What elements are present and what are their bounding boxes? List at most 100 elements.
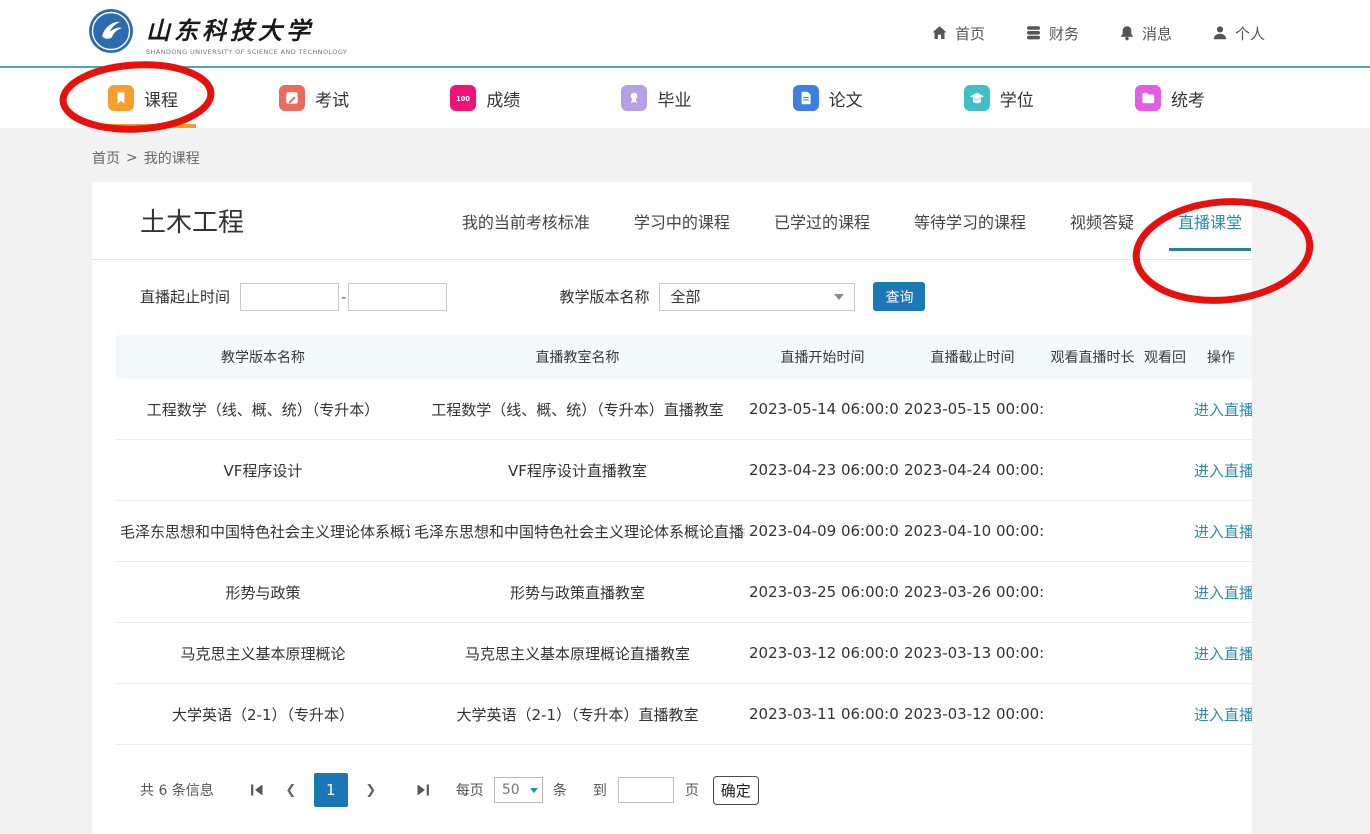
tab-0[interactable]: 我的当前考核标准 — [462, 183, 590, 259]
breadcrumb-separator: > — [126, 150, 138, 166]
enter-live-link[interactable]: 进入直播 — [1190, 521, 1252, 542]
cell-version: VF程序设计 — [116, 460, 410, 481]
goto-suffix-label: 页 — [685, 780, 699, 800]
table-row: 大学英语（2-1）（专升本） 大学英语（2-1）（专升本）直播教室 2023-0… — [116, 684, 1252, 745]
column-header-3: 直播截止时间 — [900, 347, 1045, 367]
live-start-date-input[interactable] — [240, 283, 339, 311]
cell-end-time: 2023-03-26 00:00:00 — [900, 583, 1045, 601]
teaching-version-selected-value: 全部 — [670, 286, 700, 307]
cell-version: 形势与政策 — [116, 582, 410, 603]
enter-live-link[interactable]: 进入直播 — [1190, 582, 1252, 603]
degree-cap-icon — [964, 85, 990, 111]
prev-page-button[interactable]: ❮ — [274, 773, 308, 807]
cell-start-time: 2023-03-25 06:00:00 — [745, 583, 900, 601]
table-row: 形势与政策 形势与政策直播教室 2023-03-25 06:00:00 2023… — [116, 562, 1252, 623]
main-panel: 土木工程 我的当前考核标准学习中的课程已学过的课程等待学习的课程视频答疑直播课堂… — [92, 182, 1252, 834]
per-page-select[interactable]: 50 — [494, 777, 543, 803]
enter-live-link[interactable]: 进入直播 — [1190, 704, 1252, 725]
per-page-selected-value: 50 — [502, 782, 520, 798]
nav-item-0[interactable]: 课程 — [108, 68, 178, 128]
cell-room: 形势与政策直播教室 — [410, 582, 745, 603]
nav-item-4[interactable]: 论文 — [793, 68, 863, 128]
cell-room: 工程数学（线、概、统）（专升本）直播教室 — [410, 399, 745, 420]
cell-start-time: 2023-04-09 06:00:00 — [745, 522, 900, 540]
course-book-icon — [108, 85, 134, 111]
breadcrumb: 首页>我的课程 — [0, 128, 1370, 182]
cell-room: VF程序设计直播教室 — [410, 460, 745, 481]
topbar: 山东科技大学 SHANDONG UNIVERSITY OF SCIENCE AN… — [0, 0, 1370, 66]
nav-item-2[interactable]: 100 成绩 — [450, 68, 520, 128]
tab-1[interactable]: 学习中的课程 — [634, 183, 730, 259]
university-logo[interactable]: 山东科技大学 SHANDONG UNIVERSITY OF SCIENCE AN… — [88, 8, 347, 58]
unified-exam-folder-icon — [1135, 85, 1161, 111]
last-page-button[interactable] — [406, 773, 440, 807]
topmenu-label: 首页 — [955, 23, 985, 44]
active-nav-underline — [104, 124, 196, 128]
cell-start-time: 2023-03-12 06:00:00 — [745, 644, 900, 662]
chevron-down-icon — [530, 788, 538, 793]
nav-item-1[interactable]: 考试 — [279, 68, 349, 128]
topmenu-item-3[interactable]: 个人 — [1212, 23, 1265, 44]
goto-page-input[interactable] — [618, 777, 674, 803]
topmenu-item-1[interactable]: 财务 — [1025, 23, 1079, 44]
course-tabs: 我的当前考核标准学习中的课程已学过的课程等待学习的课程视频答疑直播课堂 — [462, 183, 1242, 259]
enter-live-link[interactable]: 进入直播 — [1190, 460, 1252, 481]
cell-version: 大学英语（2-1）（专升本） — [116, 704, 410, 725]
table-header-row: 教学版本名称直播教室名称直播开始时间直播截止时间观看直播时长观看回操作 — [116, 335, 1252, 379]
teaching-version-select[interactable]: 全部 — [659, 283, 855, 311]
column-header-6: 操作 — [1190, 347, 1252, 367]
breadcrumb-item-0[interactable]: 首页 — [92, 148, 120, 168]
home-icon — [931, 25, 948, 41]
live-end-date-input[interactable] — [348, 283, 447, 311]
search-button[interactable]: 查询 — [873, 282, 925, 311]
enter-live-link[interactable]: 进入直播 — [1190, 643, 1252, 664]
cell-start-time: 2023-04-23 06:00:00 — [745, 461, 900, 479]
university-name-en: SHANDONG UNIVERSITY OF SCIENCE AND TECHN… — [146, 48, 347, 56]
nav-item-6[interactable]: 统考 — [1135, 68, 1205, 128]
pagination-bar: 共 6 条信息 ❮ 1 ❯ 每页 50 条 到 页 确定 — [92, 745, 1252, 807]
table-row: 毛泽东思想和中国特色社会主义理论体系概论 毛泽东思想和中国特色社会主义理论体系概… — [116, 501, 1252, 562]
nav-item-label: 论文 — [829, 86, 863, 111]
page-title: 土木工程 — [140, 202, 244, 239]
first-page-button[interactable] — [240, 773, 274, 807]
tab-2[interactable]: 已学过的课程 — [774, 183, 870, 259]
enter-live-link[interactable]: 进入直播 — [1190, 399, 1252, 420]
current-page-number[interactable]: 1 — [314, 773, 348, 807]
cell-end-time: 2023-03-12 00:00:00 — [900, 705, 1045, 723]
topmenu-item-0[interactable]: 首页 — [931, 23, 985, 44]
cell-end-time: 2023-05-15 00:00:00 — [900, 400, 1045, 418]
topmenu-label: 消息 — [1142, 23, 1172, 44]
cell-end-time: 2023-03-13 00:00:00 — [900, 644, 1045, 662]
nav-item-3[interactable]: 毕业 — [621, 68, 691, 128]
column-header-2: 直播开始时间 — [745, 347, 900, 367]
cell-room: 毛泽东思想和中国特色社会主义理论体系概论直播教室 — [410, 521, 745, 542]
nav-item-label: 学位 — [1000, 86, 1034, 111]
panel-header: 土木工程 我的当前考核标准学习中的课程已学过的课程等待学习的课程视频答疑直播课堂 — [92, 182, 1252, 260]
topbar-menu: 首页 财务 消息 个人 — [931, 23, 1265, 44]
nav-item-label: 毕业 — [657, 86, 691, 111]
next-page-button[interactable]: ❯ — [354, 773, 388, 807]
university-name-cn: 山东科技大学 — [146, 11, 347, 46]
live-time-range-label: 直播起止时间 — [140, 286, 230, 307]
column-header-0: 教学版本名称 — [116, 347, 410, 367]
topmenu-item-2[interactable]: 消息 — [1119, 23, 1172, 44]
tab-3[interactable]: 等待学习的课程 — [914, 183, 1026, 259]
tab-4[interactable]: 视频答疑 — [1070, 183, 1134, 259]
nav-item-5[interactable]: 学位 — [964, 68, 1034, 128]
nav-item-label: 成绩 — [486, 86, 520, 111]
thesis-paper-icon — [793, 85, 819, 111]
main-navbar: 课程 考试 100 成绩 毕业 论文 学位 统考 — [0, 68, 1370, 128]
table-row: 马克思主义基本原理概论 马克思主义基本原理概论直播教室 2023-03-12 0… — [116, 623, 1252, 684]
column-header-5: 观看回 — [1140, 347, 1190, 367]
cell-start-time: 2023-03-11 06:00:00 — [745, 705, 900, 723]
tab-5[interactable]: 直播课堂 — [1178, 183, 1242, 259]
per-page-prefix-label: 每页 — [456, 780, 484, 800]
person-icon — [1212, 25, 1228, 41]
cell-end-time: 2023-04-24 00:00:00 — [900, 461, 1045, 479]
goto-prefix-label: 到 — [593, 780, 607, 800]
topmenu-label: 财务 — [1049, 23, 1079, 44]
svg-text:100: 100 — [456, 95, 470, 103]
cell-end-time: 2023-04-10 00:00:00 — [900, 522, 1045, 540]
table-row: VF程序设计 VF程序设计直播教室 2023-04-23 06:00:00 20… — [116, 440, 1252, 501]
confirm-button[interactable]: 确定 — [713, 776, 759, 805]
